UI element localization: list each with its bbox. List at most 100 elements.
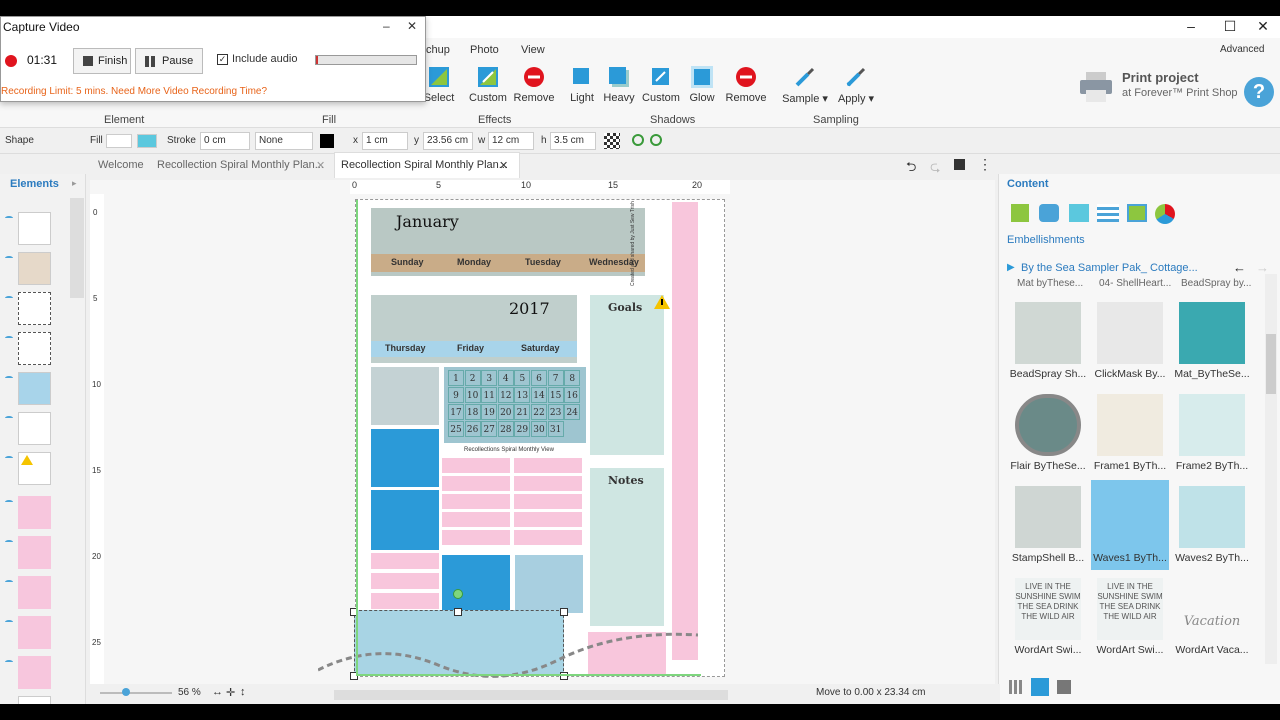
small-grid-view-icon[interactable]: [1009, 680, 1023, 694]
resize-handle[interactable]: [560, 608, 568, 616]
visibility-icon[interactable]: [5, 296, 13, 300]
fit-page-icon[interactable]: ✛: [226, 686, 235, 699]
sample-button[interactable]: Sample ▾: [778, 66, 832, 112]
visibility-icon[interactable]: [5, 416, 13, 420]
minimize-button[interactable]: –: [1174, 16, 1208, 38]
embellishment-item[interactable]: ClickMask By...: [1091, 296, 1169, 386]
element-thumb-10[interactable]: [18, 576, 51, 609]
pink-column[interactable]: [672, 202, 698, 660]
element-thumb-4[interactable]: [18, 332, 51, 365]
pink-row[interactable]: [514, 530, 582, 545]
content-category-icon[interactable]: [1011, 204, 1029, 222]
element-thumb-3[interactable]: [18, 292, 51, 325]
recording-limit-link[interactable]: Recording Limit: 5 mins. Need More Video…: [1, 86, 267, 97]
planner-page[interactable]: January Sunday Monday Tuesday Wednesday …: [318, 199, 725, 680]
pink-row[interactable]: [371, 553, 439, 569]
visibility-icon[interactable]: [5, 500, 13, 504]
content-category-icon[interactable]: [1155, 204, 1175, 224]
embellishment-item[interactable]: StampShell B...: [1009, 480, 1087, 570]
visibility-icon[interactable]: [5, 620, 13, 624]
visibility-icon[interactable]: [5, 456, 13, 460]
content-scrollbar[interactable]: [1265, 274, 1277, 664]
remove-fill-button[interactable]: Remove: [507, 66, 561, 112]
element-thumb-9[interactable]: [18, 536, 51, 569]
tab-document-2-active[interactable]: Recollection Spiral Monthly Plan... ✕: [334, 152, 520, 178]
tab-welcome[interactable]: Welcome: [98, 159, 144, 171]
remove-shadow-button[interactable]: Remove: [719, 66, 773, 112]
rotate-handle[interactable]: [453, 589, 463, 599]
visibility-icon[interactable]: [5, 580, 13, 584]
goals-box[interactable]: Goals: [590, 295, 664, 455]
print-project-button[interactable]: Print project at Forever™ Print Shop: [1078, 68, 1238, 108]
capture-close-button[interactable]: ✕: [407, 19, 417, 33]
apply-button[interactable]: Apply ▾: [829, 66, 883, 112]
embellishment-item[interactable]: LIVE IN THE SUNSHINE SWIM THE SEA DRINK …: [1009, 572, 1087, 662]
pink-row[interactable]: [514, 512, 582, 527]
tab-touchup[interactable]: chup: [426, 44, 450, 56]
visibility-icon[interactable]: [5, 540, 13, 544]
embellishment-item[interactable]: Frame2 ByTh...: [1173, 388, 1251, 478]
tab-close-icon[interactable]: ✕: [499, 159, 508, 172]
y-field[interactable]: 23.56 cm: [423, 132, 473, 150]
tab-close-icon[interactable]: ✕: [316, 159, 325, 172]
tab-document-1[interactable]: Recollection Spiral Monthly Plan...: [157, 159, 324, 171]
transparency-icon[interactable]: [604, 133, 620, 149]
embellishments-label[interactable]: Embellishments: [1007, 234, 1085, 246]
maximize-button[interactable]: ☐: [1213, 16, 1247, 38]
blue-block-2[interactable]: [371, 490, 439, 550]
visibility-icon[interactable]: [5, 256, 13, 260]
x-field[interactable]: 1 cm: [362, 132, 408, 150]
capture-minimize-button[interactable]: –: [383, 19, 390, 33]
pink-row[interactable]: [371, 573, 439, 589]
large-grid-view-icon[interactable]: [1031, 678, 1049, 696]
tab-view[interactable]: View: [521, 44, 545, 56]
more-options-icon[interactable]: ⋮: [978, 156, 992, 173]
collapse-arrow-icon[interactable]: ▸: [72, 178, 77, 189]
blue-block-1[interactable]: [371, 429, 439, 487]
pink-row[interactable]: [442, 494, 510, 509]
content-category-icon[interactable]: [1097, 204, 1119, 222]
pink-row[interactable]: [514, 458, 582, 473]
collection-arrow-icon[interactable]: ▶: [1007, 262, 1015, 273]
year-header-image[interactable]: 2017 Thursday Friday Saturday: [371, 295, 577, 363]
h-field[interactable]: 3.5 cm: [550, 132, 596, 150]
save-icon[interactable]: [954, 159, 965, 170]
pink-row[interactable]: [442, 476, 510, 491]
stroke-style-dropdown[interactable]: None: [255, 132, 313, 150]
element-thumb-8[interactable]: [18, 496, 51, 529]
content-category-icon[interactable]: [1069, 204, 1089, 222]
fill-pattern-dropdown[interactable]: [106, 134, 132, 148]
embellishment-item[interactable]: Mat_ByTheSe...: [1173, 296, 1251, 386]
visibility-icon[interactable]: [5, 216, 13, 220]
embellishment-item[interactable]: Waves1 ByTh...: [1091, 480, 1169, 570]
single-view-icon[interactable]: [1057, 680, 1071, 694]
stroke-width-field[interactable]: 0 cm: [200, 132, 250, 150]
element-thumb-12[interactable]: [18, 656, 51, 689]
pink-row[interactable]: [442, 512, 510, 527]
horizontal-scrollbar[interactable]: [334, 690, 728, 700]
rotate-right-icon[interactable]: [650, 134, 662, 146]
visibility-icon[interactable]: [5, 336, 13, 340]
embellishment-item[interactable]: Frame1 ByTh...: [1091, 388, 1169, 478]
pink-row[interactable]: [514, 476, 582, 491]
shell-photo[interactable]: [371, 367, 439, 425]
element-thumb-13[interactable]: [18, 696, 51, 704]
visibility-icon[interactable]: [5, 660, 13, 664]
pink-row[interactable]: [371, 593, 439, 609]
resize-handle[interactable]: [454, 608, 462, 616]
help-button[interactable]: ?: [1244, 77, 1274, 107]
month-header-image[interactable]: January Sunday Monday Tuesday Wednesday: [371, 208, 645, 276]
element-thumb-6[interactable]: [18, 412, 51, 445]
embellishment-item[interactable]: Flair ByTheSe...: [1009, 388, 1087, 478]
element-thumb-1[interactable]: [18, 212, 51, 245]
sea-photo-block[interactable]: [515, 555, 583, 613]
embellishment-item[interactable]: BeadSpray Sh...: [1009, 296, 1087, 386]
embellishment-item[interactable]: Waves2 ByTh...: [1173, 480, 1251, 570]
advanced-toggle[interactable]: Advanced: [1220, 44, 1264, 55]
scrollbar-thumb[interactable]: [1266, 334, 1276, 394]
pink-rows[interactable]: [442, 458, 584, 550]
zoom-slider[interactable]: [100, 688, 172, 696]
tab-photo[interactable]: Photo: [470, 44, 499, 56]
pause-button[interactable]: Pause: [135, 48, 203, 74]
embellishment-item[interactable]: LIVE IN THE SUNSHINE SWIM THE SEA DRINK …: [1091, 572, 1169, 662]
